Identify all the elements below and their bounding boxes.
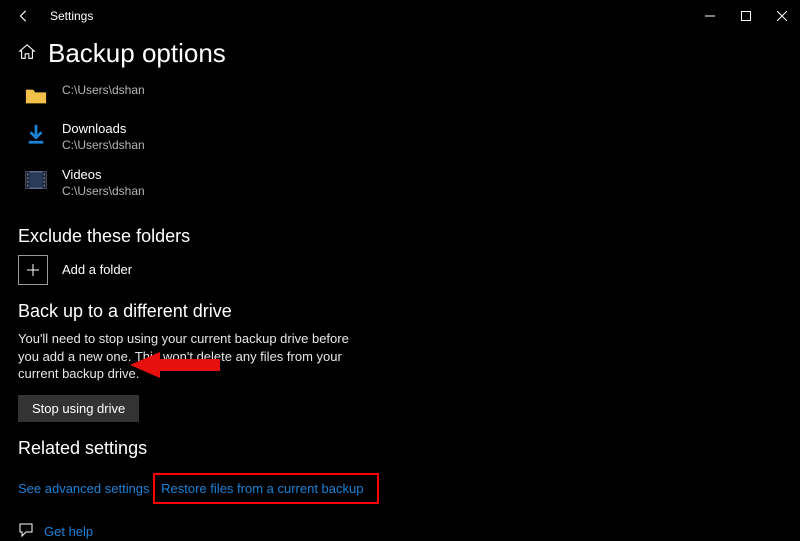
different-drive-body: You'll need to stop using your current b… xyxy=(18,330,358,383)
chat-icon xyxy=(18,522,34,541)
downloads-icon xyxy=(24,121,48,145)
plus-icon xyxy=(18,255,48,285)
window-title: Settings xyxy=(50,9,93,23)
folder-text: Downloads C:\Users\dshan xyxy=(62,121,145,153)
back-arrow-icon xyxy=(17,9,31,23)
folder-path: C:\Users\dshan xyxy=(62,83,145,99)
content: Backup options C:\Users\dshan Downloads … xyxy=(0,32,800,541)
folder-icon xyxy=(24,83,48,107)
restore-highlight-box: Restore files from a current backup xyxy=(153,473,379,504)
page-header: Backup options xyxy=(18,38,782,69)
add-folder-button[interactable]: Add a folder xyxy=(18,255,782,285)
close-button[interactable] xyxy=(764,0,800,32)
minimize-icon xyxy=(705,11,715,21)
exclude-heading: Exclude these folders xyxy=(18,226,782,247)
get-help-row[interactable]: Get help xyxy=(18,522,782,541)
folder-text: C:\Users\dshan xyxy=(62,83,145,99)
list-item[interactable]: C:\Users\dshan xyxy=(18,79,782,117)
window-controls xyxy=(692,0,800,32)
titlebar: Settings xyxy=(0,0,800,32)
stop-using-drive-button[interactable]: Stop using drive xyxy=(18,395,139,422)
list-item[interactable]: Videos C:\Users\dshan xyxy=(18,163,782,209)
folder-name: Videos xyxy=(62,167,145,184)
restore-files-link[interactable]: Restore files from a current backup xyxy=(161,481,363,496)
related-heading: Related settings xyxy=(18,438,782,459)
home-icon[interactable] xyxy=(18,43,36,64)
close-icon xyxy=(777,11,787,21)
folder-text: Videos C:\Users\dshan xyxy=(62,167,145,199)
different-drive-heading: Back up to a different drive xyxy=(18,301,782,322)
folder-path: C:\Users\dshan xyxy=(62,138,145,154)
minimize-button[interactable] xyxy=(692,0,728,32)
videos-icon xyxy=(24,167,48,191)
see-advanced-settings-link[interactable]: See advanced settings xyxy=(18,481,150,496)
page-title: Backup options xyxy=(48,38,226,69)
list-item[interactable]: Downloads C:\Users\dshan xyxy=(18,117,782,163)
maximize-icon xyxy=(741,11,751,21)
add-folder-label: Add a folder xyxy=(62,262,132,277)
maximize-button[interactable] xyxy=(728,0,764,32)
folder-path: C:\Users\dshan xyxy=(62,184,145,200)
back-button[interactable] xyxy=(8,0,40,32)
folder-name: Downloads xyxy=(62,121,145,138)
get-help-link: Get help xyxy=(44,524,93,539)
